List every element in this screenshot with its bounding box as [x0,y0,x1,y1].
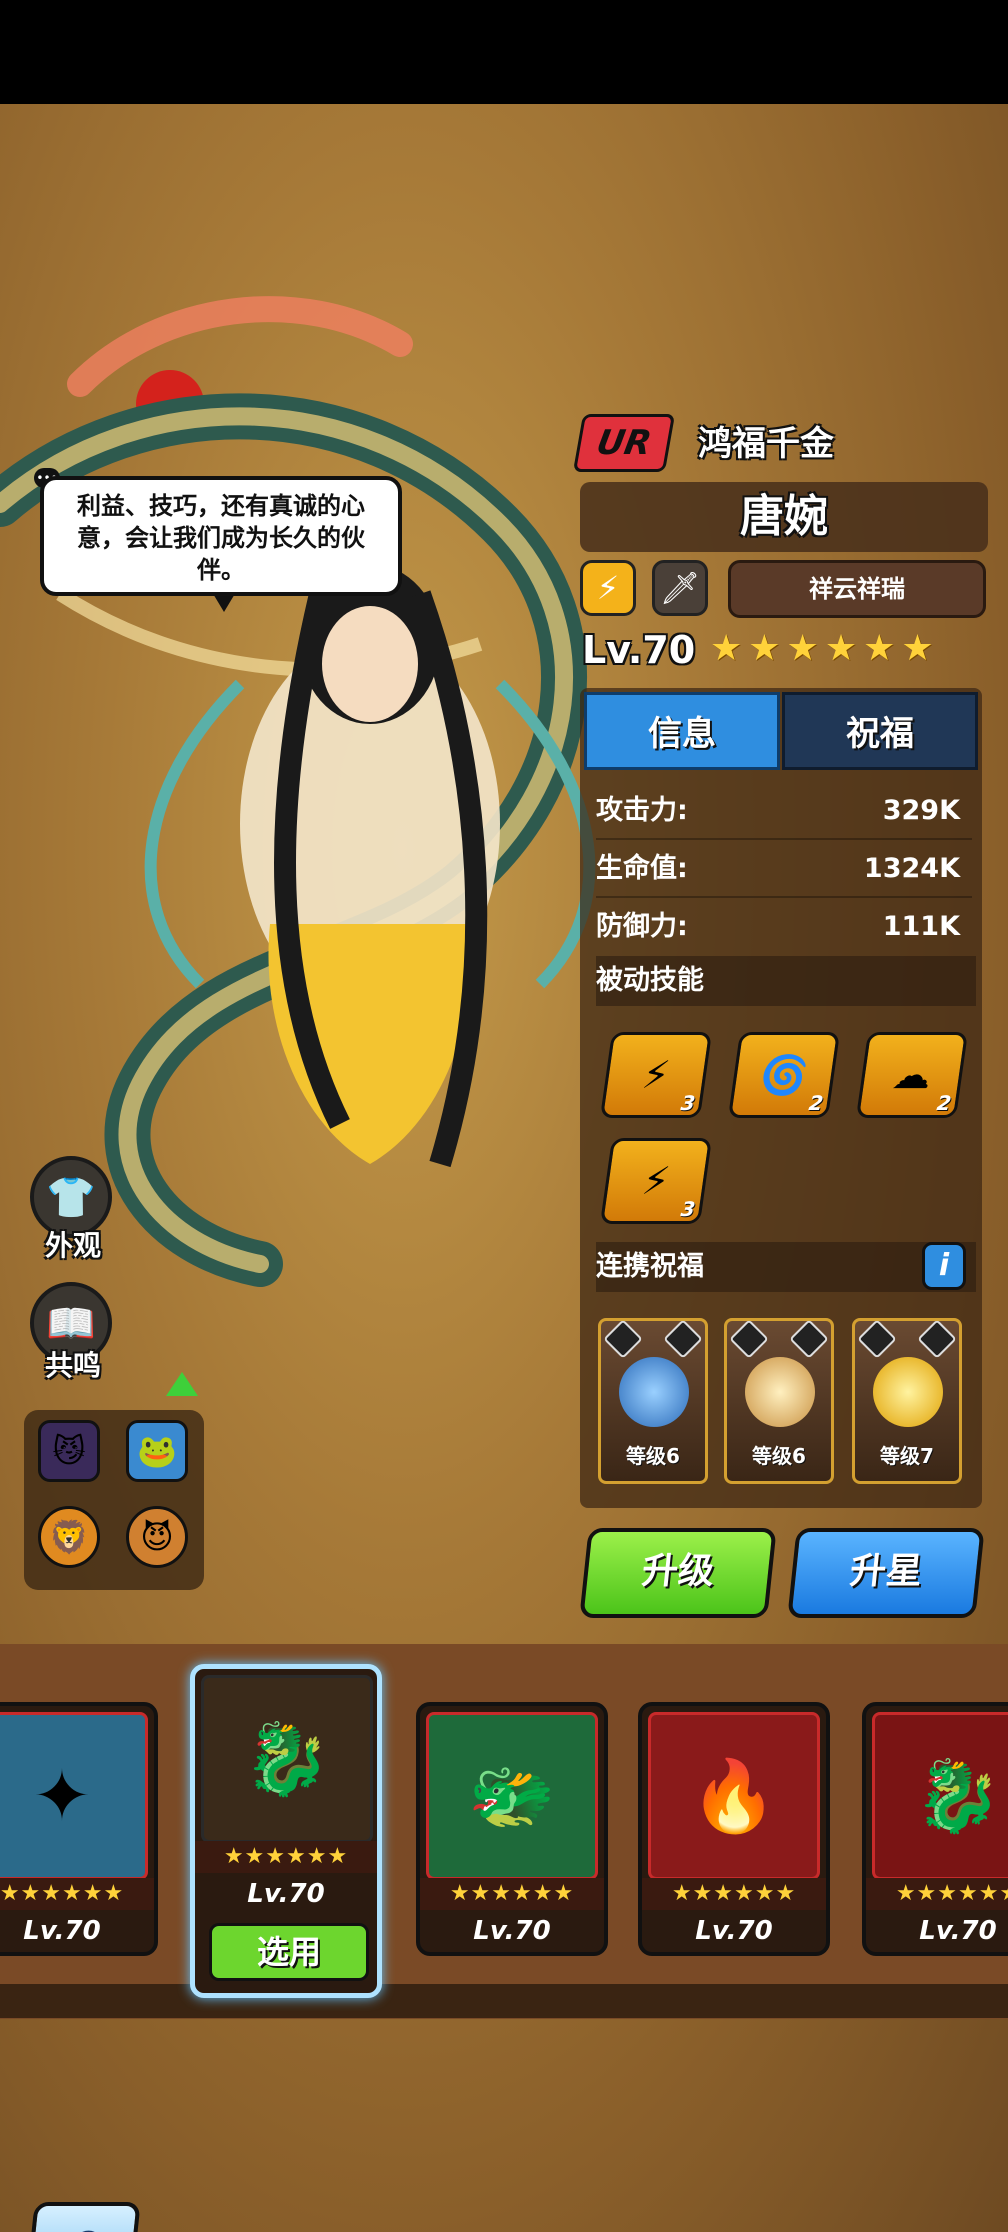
stat-label: 防御力: [596,911,688,942]
tab-blessing[interactable]: 祝福 [782,692,978,770]
hero-card[interactable]: 🐲 ★★★★★★ Lv.70 [416,1702,608,1956]
hero-portrait: 🐉 [872,1712,1008,1880]
card-level: Lv.70 [247,1879,325,1909]
book-icon: 📖 [46,1300,96,1347]
hero-title: 鸿福千金 [698,424,834,464]
heart-icon [917,1319,957,1359]
element-icon [857,1319,897,1359]
skill-glyph: ⚡ [639,1159,673,1203]
rarity-badge: UR [572,414,676,472]
hero-card[interactable]: ✦ ★★★★★★ Lv.70 [0,1702,158,1956]
sword-icon[interactable]: 🗡 [652,560,708,616]
card-stars: ★★★★★★ [420,1878,604,1910]
skill-glyph: ☁ [889,1053,935,1097]
card-level: Lv.70 [473,1916,551,1946]
speech-bubble: 利益、技巧，还有真诚的心意，会让我们成为长久的伙伴。 [40,476,402,612]
blessing-item[interactable]: 等级7 [852,1318,962,1484]
wind-skill-icon[interactable]: 🌀 2 [727,1032,841,1118]
blessing-level: 等级7 [880,1444,934,1468]
skill-glyph: 🌀 [757,1052,811,1097]
beads-icon [745,1357,815,1427]
pet-slot[interactable]: 😼 [38,1420,100,1482]
hero-portrait: ✦ [0,1712,148,1880]
card-level: Lv.70 [695,1916,773,1946]
card-level: Lv.70 [23,1916,101,1946]
hero-portrait: 🔥 [648,1712,820,1880]
resonance-label: 共鸣 [44,1349,101,1382]
skill-count: 3 [679,1197,697,1221]
appearance-label: 外观 [44,1229,101,1262]
skill-glyph: ⚡ [639,1053,673,1097]
blessing-item[interactable]: 等级6 [598,1318,708,1484]
roster-divider [0,1984,1008,2018]
back-arrow-icon: ↶ [59,2218,107,2232]
stat-value: 111K [882,911,960,942]
hero-card[interactable]: 🐉 ★★★★★★ Lv.70 [862,1702,1008,1956]
pet-slots: 😼 🐸 🦁 😈 [24,1410,204,1590]
element-icon [603,1319,643,1359]
star-up-button[interactable]: 升星 [787,1528,985,1618]
pet-slot[interactable]: 😈 [126,1506,188,1568]
trait-button[interactable]: 祥云祥瑞 [728,560,986,618]
card-stars: ★★★★★★ [866,1878,1008,1910]
skill-count: 2 [935,1091,953,1115]
hero-card-selected[interactable]: 🐉 ★★★★★★ Lv.70 选用 [190,1664,382,1998]
stat-value: 1324K [863,853,960,884]
crack-skill-icon[interactable]: ⚡ 3 [599,1138,713,1224]
upgrade-button[interactable]: 升级 [579,1528,777,1618]
element-icon [729,1319,769,1359]
card-level: Lv.70 [919,1916,997,1946]
lightning-icon[interactable]: ⚡ [580,560,636,616]
hero-detail-screen: ••• 利益、技巧，还有真诚的心意，会让我们成为长久的伙伴。 UR 鸿福千金 唐… [0,104,1008,2232]
upgrade-arrow-icon [166,1372,198,1396]
hero-portrait: 🐉 [201,1675,373,1843]
tab-info[interactable]: 信息 [584,692,780,770]
card-stars: ★★★★★★ [642,1878,826,1910]
blessing-heading: 连携祝福 [596,1242,976,1292]
select-button[interactable]: 选用 [209,1923,369,1981]
hero-portrait: 🐲 [426,1712,598,1880]
card-stars: ★★★★★★ [195,1841,377,1873]
dragon-artwork [0,296,596,1287]
spark-creature-icon [873,1357,943,1427]
stat-defense: 防御力: 111K [596,900,972,954]
hero-card[interactable]: 🔥 ★★★★★★ Lv.70 [638,1702,830,1956]
heart-icon [663,1319,703,1359]
blessing-level: 等级6 [626,1444,680,1468]
info-button[interactable]: i [922,1242,966,1290]
blessing-item[interactable]: 等级6 [724,1318,834,1484]
shirt-icon: 👕 [46,1174,96,1221]
card-skill-icon[interactable]: ⚡ 3 [599,1032,713,1118]
skill-count: 3 [679,1091,697,1115]
back-button[interactable]: ↶ [25,2202,141,2232]
stat-label: 生命值: [596,853,688,884]
hero-level: Lv.70 [582,628,696,672]
cloud-skill-icon[interactable]: ☁ 2 [855,1032,969,1118]
swirl-icon [619,1357,689,1427]
pet-slot[interactable]: 🦁 [38,1506,100,1568]
heart-icon [789,1319,829,1359]
passive-skills-heading: 被动技能 [596,956,976,1006]
stat-label: 攻击力: [596,795,688,826]
blessing-level: 等级6 [752,1444,806,1468]
skill-count: 2 [807,1091,825,1115]
card-stars: ★★★★★★ [0,1878,154,1910]
stat-attack: 攻击力: 329K [596,784,972,840]
status-bar [0,0,1008,104]
hero-stars: ★★★★★★ [710,628,940,669]
pet-slot[interactable]: 🐸 [126,1420,188,1482]
stat-value: 329K [882,795,960,826]
stat-hp: 生命值: 1324K [596,842,972,898]
hero-name: 唐婉 [580,482,988,552]
